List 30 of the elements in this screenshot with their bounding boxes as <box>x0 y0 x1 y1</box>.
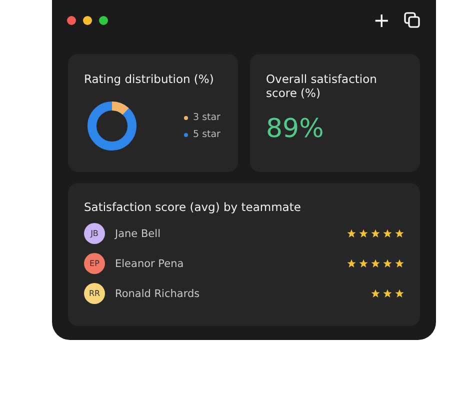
teammate-name: Eleanor Pena <box>115 258 185 270</box>
star-icon <box>347 259 356 268</box>
add-button[interactable]: + <box>373 10 390 30</box>
star-icon <box>359 259 368 268</box>
star-icon <box>347 229 356 238</box>
star-icon <box>395 289 404 298</box>
star-icon <box>359 229 368 238</box>
star-icon <box>371 289 380 298</box>
star-icon <box>383 259 392 268</box>
score-value: 89% <box>266 114 325 144</box>
avatar: JB <box>84 223 105 244</box>
window-control-button[interactable] <box>67 16 76 24</box>
card-title: Overall satisfaction score (%) <box>266 72 378 100</box>
star-icon <box>383 229 392 238</box>
window-control-button[interactable] <box>99 16 108 24</box>
legend-label: 3 star <box>193 112 220 123</box>
copy-icon[interactable] <box>404 12 420 28</box>
teammate-name: Jane Bell <box>115 228 162 240</box>
star-icon <box>371 259 380 268</box>
star-icon <box>395 259 404 268</box>
legend-label: 5 star <box>193 129 220 140</box>
card-title: Satisfaction score (avg) by teammate <box>84 200 302 214</box>
star-icon <box>383 289 392 298</box>
window-control-button[interactable] <box>83 16 92 24</box>
teammate-name: Ronald Richards <box>115 288 201 300</box>
card-title: Rating distribution (%) <box>84 72 215 86</box>
avatar: EP <box>84 253 105 274</box>
avatar: RR <box>84 283 105 304</box>
star-icon <box>395 229 404 238</box>
star-icon <box>371 229 380 238</box>
